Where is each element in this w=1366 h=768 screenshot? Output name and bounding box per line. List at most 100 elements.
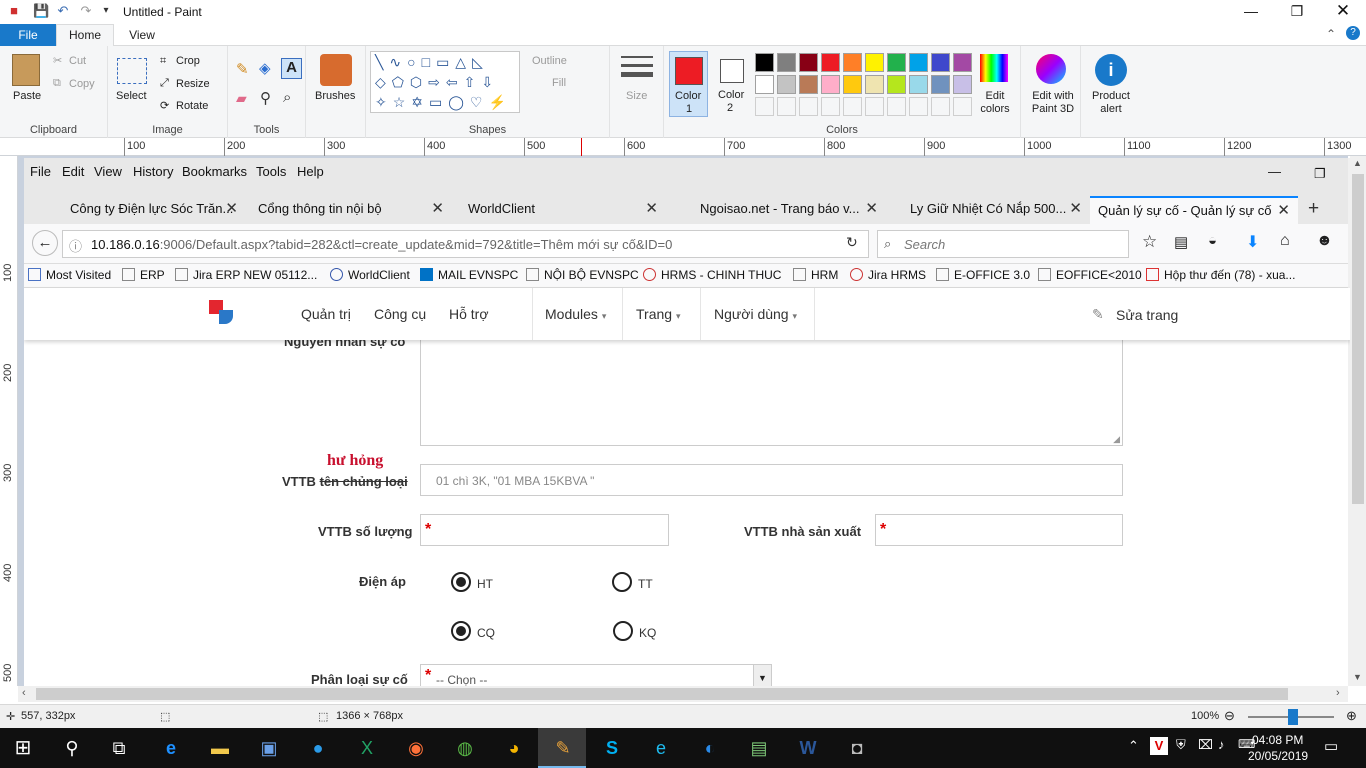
bookmark-item[interactable]: HRM <box>793 268 838 282</box>
vertical-scrollbar[interactable]: ▲ ▼ <box>1350 156 1366 686</box>
redo-icon[interactable]: ↷ <box>78 3 94 19</box>
rotate-button[interactable]: Rotate <box>176 100 208 112</box>
fill-button[interactable]: Fill <box>552 77 566 89</box>
menu-view[interactable]: View <box>94 164 122 179</box>
palette-swatch[interactable] <box>799 53 818 72</box>
palette-swatch[interactable] <box>887 75 906 94</box>
tab-close-icon[interactable]: ✕ <box>645 196 658 222</box>
radio-tt[interactable] <box>612 572 632 592</box>
edit-with-paint3d-button[interactable]: Edit with Paint 3D <box>1025 90 1081 116</box>
tab-close-icon[interactable]: ✕ <box>431 196 444 222</box>
skype-icon[interactable]: S <box>597 734 627 762</box>
palette-empty-swatch[interactable] <box>931 97 950 116</box>
bookmark-item[interactable]: Jira HRMS <box>850 268 926 282</box>
vttb-qty-input[interactable]: * <box>420 514 669 546</box>
vttb-type-input[interactable]: 01 chì 3K, "01 MBA 15KBVA " <box>420 464 1123 496</box>
magnifier-icon[interactable]: ⌕ <box>283 89 291 106</box>
paste-icon[interactable] <box>12 54 40 86</box>
select-button[interactable]: Select <box>116 90 147 102</box>
maximize-button[interactable]: ❐ <box>1274 0 1320 24</box>
zoom-out-button[interactable]: ⊖ <box>1224 708 1235 724</box>
bookmark-item[interactable]: MAIL EVNSPC <box>420 268 518 282</box>
pencil-icon[interactable]: ✎ <box>236 60 249 78</box>
search-bar[interactable]: ⌕ Search <box>877 230 1129 258</box>
palette-empty-swatch[interactable] <box>909 97 928 116</box>
site-info-icon[interactable]: ⓘ <box>69 236 82 255</box>
menu-edit[interactable]: Edit <box>62 164 84 179</box>
palette-swatch[interactable] <box>777 53 796 72</box>
browser-tab[interactable]: Ngoisao.net - Trang báo v... ✕ <box>676 196 886 224</box>
bookmark-item[interactable]: Hộp thư đến (78) - xua... <box>1146 268 1295 282</box>
task-view-icon[interactable]: ⧉ <box>104 734 134 762</box>
tab-close-icon[interactable]: ✕ <box>1277 198 1290 224</box>
classification-select[interactable]: * -- Chọn -- ▼ <box>420 664 772 686</box>
clock-time[interactable]: 04:08 PM <box>1252 733 1303 747</box>
palette-swatch[interactable] <box>843 75 862 94</box>
browser-tab[interactable]: Công ty Điện lực Sóc Trăn... ✕ <box>46 196 246 224</box>
menu-help[interactable]: Help <box>297 164 324 179</box>
vertical-scroll-thumb[interactable] <box>1352 174 1364 504</box>
palette-swatch[interactable] <box>777 75 796 94</box>
antivirus-icon[interactable]: V <box>1150 737 1168 755</box>
palette-swatch[interactable] <box>755 75 774 94</box>
minimize-button[interactable]: — <box>1228 0 1274 24</box>
palette-swatch[interactable] <box>865 53 884 72</box>
palette-swatch[interactable] <box>909 53 928 72</box>
paint3d-icon[interactable] <box>1036 54 1066 84</box>
info-icon[interactable]: i <box>1095 54 1127 86</box>
radio-cq[interactable] <box>451 621 471 641</box>
edit-colors-button[interactable]: Edit colors <box>980 90 1010 116</box>
coccoc-icon[interactable]: ◐ <box>695 734 725 762</box>
edit-page-button[interactable]: Sửa trang <box>1116 307 1178 323</box>
zoom-in-button[interactable]: ⊕ <box>1346 708 1357 724</box>
copy-button[interactable]: Copy <box>69 78 95 90</box>
firefox-icon[interactable]: ◉ <box>401 734 431 762</box>
nav-ho-tro[interactable]: Hỗ trợ <box>449 306 489 322</box>
unikey-icon[interactable]: ◍ <box>450 734 480 762</box>
scroll-up-icon[interactable]: ▲ <box>1353 158 1362 168</box>
back-icon[interactable]: ← <box>32 230 58 256</box>
palette-empty-swatch[interactable] <box>843 97 862 116</box>
brushes-icon[interactable] <box>320 54 352 86</box>
color-picker-icon[interactable]: ⚲ <box>260 89 271 107</box>
browser-minimize-icon[interactable]: — <box>1268 164 1281 179</box>
browser-tab[interactable]: WorldClient ✕ <box>444 196 666 224</box>
home-icon[interactable]: ⌂ <box>1280 232 1290 250</box>
palette-swatch[interactable] <box>843 53 862 72</box>
bookmark-item[interactable]: Most Visited <box>28 268 111 282</box>
menu-tools[interactable]: Tools <box>256 164 286 179</box>
zalo-icon[interactable]: ● <box>303 734 333 762</box>
help-icon[interactable]: ? <box>1346 26 1360 40</box>
palette-swatch[interactable] <box>909 75 928 94</box>
collapse-ribbon-icon[interactable]: ⌃ <box>1326 27 1336 41</box>
brushes-button[interactable]: Brushes <box>315 90 355 102</box>
shapes-gallery[interactable]: ╲∿○□▭△◺ ◇⬠⬡⇨⇦⇧⇩ ✧☆✡▭◯♡⚡ <box>370 51 520 113</box>
zoom-slider-thumb[interactable] <box>1288 709 1298 725</box>
save-icon[interactable]: 💾 <box>33 3 49 19</box>
browser-restore-icon[interactable]: ❐ <box>1314 166 1326 182</box>
scroll-right-icon[interactable]: › <box>1336 687 1340 699</box>
palette-empty-swatch[interactable] <box>777 97 796 116</box>
menu-file[interactable]: File <box>30 164 51 179</box>
chrome-icon[interactable]: ◕ <box>499 734 529 762</box>
bookmark-item[interactable]: E-OFFICE 3.0 <box>936 268 1030 282</box>
download-icon[interactable]: ⬇ <box>1246 232 1259 252</box>
tab-file[interactable]: File <box>0 24 56 46</box>
paint-icon[interactable]: ✎ <box>548 734 578 762</box>
palette-swatch[interactable] <box>865 75 884 94</box>
tab-view[interactable]: View <box>114 24 170 46</box>
clock-date[interactable]: 20/05/2019 <box>1248 749 1308 763</box>
palette-empty-swatch[interactable] <box>865 97 884 116</box>
palette-swatch[interactable] <box>755 53 774 72</box>
size-button[interactable]: Size <box>626 90 647 102</box>
bookmark-item[interactable]: WorldClient <box>330 268 410 282</box>
network-app-icon[interactable]: ▣ <box>254 734 284 762</box>
product-alert-button[interactable]: Product alert <box>1085 90 1137 116</box>
network-icon[interactable]: ⌧ <box>1198 737 1213 753</box>
camera-app-icon[interactable]: ◘ <box>842 734 872 762</box>
browser-tab-active[interactable]: Quản lý sự cố - Quản lý sự cố ✕ <box>1090 196 1298 224</box>
palette-swatch[interactable] <box>931 53 950 72</box>
cause-textarea[interactable]: * ◢ <box>420 332 1123 446</box>
volume-icon[interactable]: ♪ <box>1218 737 1225 752</box>
outline-button[interactable]: Outline <box>532 55 567 67</box>
